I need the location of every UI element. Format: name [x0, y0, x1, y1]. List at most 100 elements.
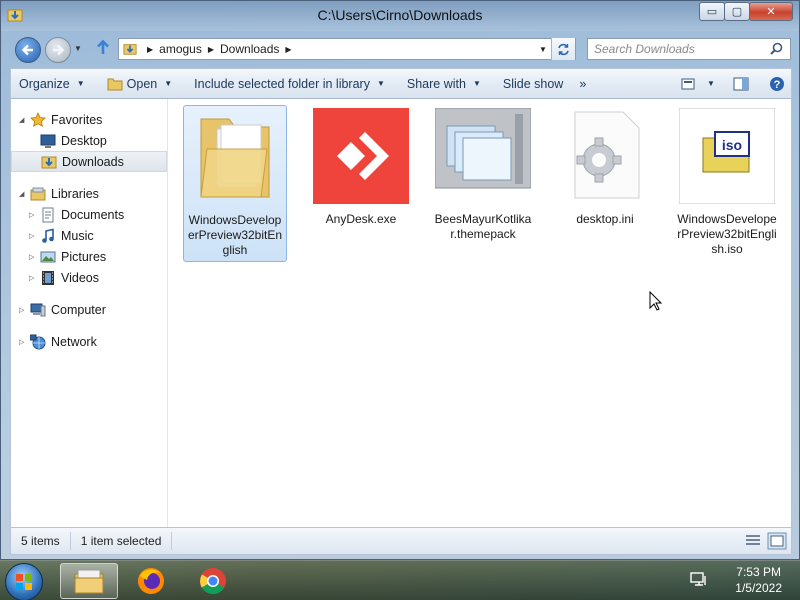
downloads-label: Downloads	[62, 154, 124, 169]
breadcrumb-item-downloads[interactable]: Downloads	[220, 42, 279, 56]
expand-arrow-icon[interactable]: ▷	[29, 253, 39, 261]
title-bar[interactable]: C:\Users\Cirno\Downloads ▭ ▢ ✕	[1, 1, 799, 31]
taskbar-explorer-button[interactable]	[60, 563, 118, 599]
taskbar-firefox-button[interactable]	[122, 563, 180, 599]
favorites-label: Favorites	[51, 112, 103, 127]
expand-arrow-icon[interactable]: ▷	[29, 274, 39, 282]
sidebar-item-videos[interactable]: ▷ Videos	[11, 267, 167, 288]
sidebar-item-music[interactable]: ▷ Music	[11, 225, 167, 246]
address-bar[interactable]: ▶ amogus ▶ Downloads ▶ ▼	[118, 38, 576, 60]
view-options-dropdown[interactable]: ▼	[703, 69, 719, 98]
chevron-down-icon: ▼	[376, 79, 385, 88]
videos-icon	[42, 270, 54, 285]
start-button[interactable]	[5, 563, 43, 600]
expand-arrow-icon[interactable]: ▷	[19, 306, 29, 314]
window-title: C:\Users\Cirno\Downloads	[317, 7, 483, 23]
more-commands-button[interactable]: »	[571, 69, 594, 98]
details-view-icon[interactable]	[743, 532, 763, 550]
chrome-icon	[200, 568, 226, 595]
chevron-down-icon: ▼	[164, 79, 173, 88]
change-view-button[interactable]	[675, 69, 703, 98]
sidebar-item-desktop[interactable]: Desktop	[11, 130, 167, 151]
documents-label: Documents	[61, 207, 125, 222]
folder-icon	[200, 118, 270, 198]
file-item-iso[interactable]: iso WindowsDeveloperPreview32bitEnglish.…	[675, 105, 779, 260]
help-icon: ?	[770, 76, 784, 91]
collapse-arrow-icon[interactable]: ◢	[19, 190, 29, 198]
close-icon: ✕	[766, 6, 776, 18]
breadcrumb-separator-icon[interactable]: ▶	[147, 45, 153, 54]
large-icons-view-icon[interactable]	[767, 532, 787, 550]
expand-arrow-icon[interactable]: ▷	[29, 211, 39, 219]
videos-label: Videos	[61, 270, 99, 285]
command-bar: Organize ▼ Open ▼ Include selected folder …	[10, 68, 792, 99]
firefox-icon	[138, 568, 164, 594]
sidebar-item-computer[interactable]: ▷ Computer	[11, 299, 167, 320]
organize-label: Organize	[19, 76, 70, 91]
forward-arrow-icon	[53, 44, 65, 56]
close-button[interactable]: ✕	[749, 2, 793, 21]
file-list-view[interactable]: WindowsDeveloperPreview32bitEnglish AnyD…	[181, 105, 791, 527]
folder-download-icon	[41, 156, 57, 168]
music-label: Music	[61, 228, 94, 243]
include-in-library-label: Include selected folder in library	[194, 76, 370, 91]
file-name: desktop.ini	[576, 212, 634, 226]
open-folder-icon	[107, 78, 123, 90]
breadcrumb-item-amogus[interactable]: amogus	[159, 42, 202, 56]
clock-time: 7:53 PM	[736, 565, 781, 579]
iso-icon: iso	[678, 107, 776, 205]
refresh-button[interactable]	[551, 38, 575, 60]
network-status-icon[interactable]	[690, 572, 708, 588]
clock[interactable]: 7:53 PM 1/5/2022	[735, 564, 782, 596]
open-menu[interactable]: Open ▼	[93, 69, 181, 98]
maximize-icon: ▢	[731, 6, 743, 18]
explorer-window: C:\Users\Cirno\Downloads ▭ ▢ ✕ ▼ ▶ amogu…	[0, 0, 800, 560]
recent-pages-dropdown[interactable]: ▼	[74, 44, 82, 53]
desktop-icon	[40, 134, 56, 148]
clock-date: 1/5/2022	[735, 581, 782, 595]
sidebar-item-pictures[interactable]: ▷ Pictures	[11, 246, 167, 267]
breadcrumb-separator-icon[interactable]: ▶	[208, 45, 214, 54]
preview-pane-button[interactable]	[727, 69, 755, 98]
chevron-down-icon: ▼	[76, 79, 85, 88]
help-button[interactable]: ?	[763, 69, 791, 98]
include-in-library-menu[interactable]: Include selected folder in library ▼	[180, 69, 393, 98]
forward-button[interactable]	[45, 37, 71, 63]
share-with-menu[interactable]: Share with ▼	[393, 69, 489, 98]
sidebar-item-downloads[interactable]: Downloads	[11, 151, 167, 172]
expand-arrow-icon[interactable]: ▷	[19, 338, 29, 346]
slide-show-button[interactable]: Slide show	[489, 69, 571, 98]
search-icon[interactable]	[770, 42, 783, 55]
selection-count: 1 item selected	[71, 532, 173, 550]
sidebar-item-network[interactable]: ▷ Network	[11, 331, 167, 352]
music-icon	[42, 228, 54, 243]
item-count: 5 items	[11, 532, 71, 550]
address-history-dropdown[interactable]: ▼	[535, 39, 551, 59]
sidebar-item-libraries[interactable]: ◢ Libraries	[11, 183, 167, 204]
up-arrow-button[interactable]	[96, 39, 110, 60]
file-item-anydesk[interactable]: AnyDesk.exe	[309, 105, 413, 230]
network-icon	[30, 334, 46, 349]
search-input[interactable]: Search Downloads	[587, 38, 791, 60]
back-button[interactable]	[15, 37, 41, 63]
back-arrow-icon	[21, 44, 33, 56]
file-item-desktop-ini[interactable]: desktop.ini	[553, 105, 657, 230]
taskbar-chrome-button[interactable]	[184, 563, 242, 599]
maximize-button[interactable]: ▢	[724, 2, 750, 21]
collapse-arrow-icon[interactable]: ◢	[19, 116, 29, 124]
file-name: WindowsDeveloperPreview32bitEnglish.iso	[677, 212, 777, 256]
expand-arrow-icon[interactable]: ▷	[29, 232, 39, 240]
minimize-button[interactable]: ▭	[699, 2, 725, 21]
windows-logo-icon	[16, 574, 32, 590]
minimize-icon: ▭	[706, 6, 718, 18]
organize-menu[interactable]: Organize ▼	[11, 69, 93, 98]
network-label: Network	[51, 334, 97, 349]
sidebar-item-favorites[interactable]: ◢ Favorites	[11, 109, 167, 130]
view-options-icon	[681, 78, 695, 89]
computer-icon	[30, 303, 46, 316]
file-item-folder[interactable]: WindowsDeveloperPreview32bitEnglish	[183, 105, 287, 262]
open-label: Open	[126, 76, 158, 91]
file-item-themepack[interactable]: BeesMayurKotlikar.themepack	[431, 105, 535, 245]
breadcrumb-separator-icon[interactable]: ▶	[285, 45, 291, 54]
sidebar-item-documents[interactable]: ▷ Documents	[11, 204, 167, 225]
